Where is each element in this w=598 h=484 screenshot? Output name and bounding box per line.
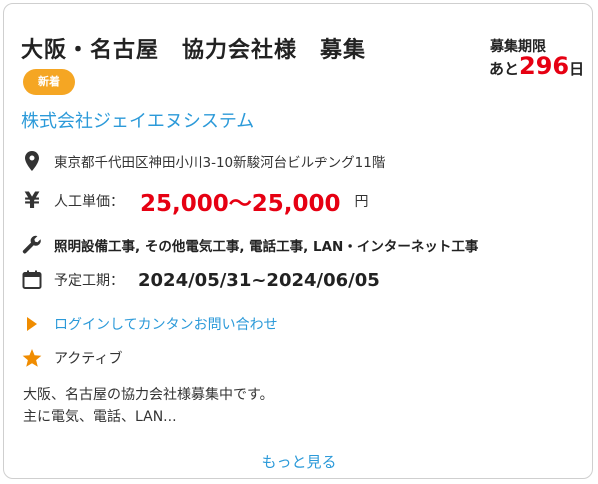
- status-row: アクティブ: [21, 347, 122, 369]
- period-label: 予定工期：: [54, 273, 124, 289]
- deadline-prefix: あと: [489, 60, 520, 78]
- company-name-link[interactable]: 株式会社ジェイエヌシステム: [21, 107, 254, 133]
- price-row: ¥ 人工単価： 25,000〜25,000 円: [21, 184, 369, 218]
- price-value: 25,000〜25,000: [140, 191, 341, 217]
- yen-icon: ¥: [24, 188, 40, 214]
- login-inquiry-link[interactable]: ログインしてカンタンお問い合わせ: [21, 313, 278, 335]
- price-label: 人工単価：: [54, 194, 124, 210]
- see-more-link[interactable]: もっと見る: [4, 451, 594, 472]
- deadline-days: 296: [519, 52, 570, 80]
- star-icon: [21, 347, 43, 369]
- period-row: 予定工期： 2024/05/31~2024/06/05: [21, 269, 380, 291]
- status-text: アクティブ: [54, 351, 123, 367]
- description-line-2: 主に電気、電話、LAN...: [23, 409, 177, 425]
- play-arrow-icon: [21, 313, 43, 335]
- wrench-icon: [21, 234, 43, 256]
- login-inquiry-text[interactable]: ログインしてカンタンお問い合わせ: [54, 314, 278, 334]
- work-types-text: 照明設備工事, その他電気工事, 電話工事, LAN・インターネット工事: [54, 239, 479, 255]
- address-row: 東京都千代田区神田小川3-10新駿河台ビルヂング11階: [21, 150, 385, 172]
- deadline-suffix: 日: [569, 60, 585, 78]
- price-unit: 円: [354, 194, 369, 210]
- location-pin-icon: [21, 150, 43, 172]
- work-types-row: 照明設備工事, その他電気工事, 電話工事, LAN・インターネット工事: [21, 234, 478, 256]
- new-badge: 新着: [23, 69, 75, 95]
- address-text: 東京都千代田区神田小川3-10新駿河台ビルヂング11階: [54, 155, 386, 171]
- job-title[interactable]: 大阪・名古屋 協力会社様 募集: [21, 32, 366, 64]
- period-value: 2024/05/31~2024/06/05: [138, 269, 380, 291]
- job-card[interactable]: 大阪・名古屋 協力会社様 募集 新着 募集期限 あと296日 株式会社ジェイエヌ…: [3, 3, 593, 479]
- job-description: 大阪、名古屋の協力会社様募集中です。 主に電気、電話、LAN...: [23, 384, 274, 428]
- description-line-1: 大阪、名古屋の協力会社様募集中です。: [23, 387, 274, 403]
- deadline-remaining: あと296日: [489, 52, 584, 80]
- calendar-icon: [21, 269, 43, 291]
